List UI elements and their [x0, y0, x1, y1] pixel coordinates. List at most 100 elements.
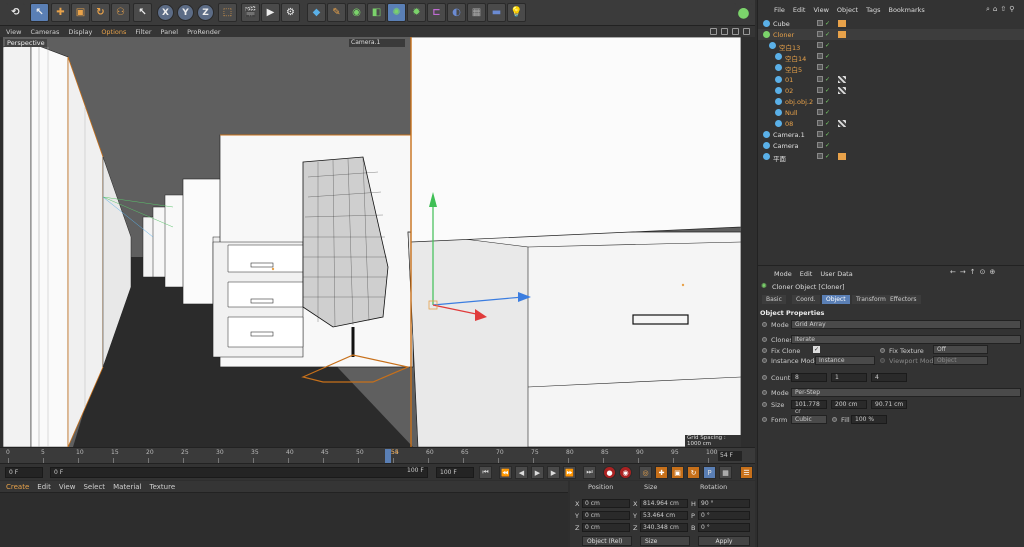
zoom-view-icon[interactable] [721, 28, 728, 35]
menu-tags[interactable]: Tags [866, 6, 880, 14]
object-row[interactable]: obj.obj.2 ✓ [758, 96, 1024, 107]
menu-mode[interactable]: Mode [774, 270, 792, 278]
camera-label[interactable]: Camera.1 [349, 39, 405, 47]
size-y-attr-field[interactable]: 200 cm [831, 400, 867, 409]
up-arrow-icon[interactable]: ↑ [970, 268, 976, 276]
enable-check-icon[interactable]: ✓ [825, 43, 830, 49]
instance-mode-radio[interactable] [762, 358, 767, 363]
tab-coord[interactable]: Coord. [792, 295, 820, 304]
undo-icon[interactable]: ⟲ [6, 3, 25, 22]
up-icon[interactable]: ⇧ [1000, 5, 1006, 14]
goto-start-icon[interactable]: ⏮ [479, 466, 492, 479]
visibility-toggle[interactable] [817, 64, 823, 71]
rotate-tool-icon[interactable]: ↻ [91, 3, 110, 22]
object-name[interactable]: 02 [785, 87, 793, 95]
object-name[interactable]: 08 [785, 120, 793, 128]
object-row[interactable]: 空白5 ✓ [758, 62, 1024, 74]
cube-object-icon[interactable]: ◆ [307, 3, 326, 22]
menu-filter[interactable]: Filter [135, 28, 151, 36]
key-parameter-icon[interactable]: P [703, 466, 716, 479]
mode2-radio[interactable] [762, 390, 767, 395]
visibility-toggle[interactable] [817, 75, 823, 82]
menu-select[interactable]: Select [83, 483, 105, 491]
material-tag-icon[interactable] [838, 153, 846, 161]
menu-display[interactable]: Display [68, 28, 92, 36]
size-radio[interactable] [762, 402, 767, 407]
play-icon[interactable]: ▶ [531, 466, 544, 479]
tab-effectors[interactable]: Effectors [886, 295, 921, 304]
maximize-view-icon[interactable] [743, 28, 750, 35]
x-axis-lock-icon[interactable]: X [157, 4, 174, 21]
clones-dropdown[interactable]: Iterate [791, 335, 1021, 344]
menu-view[interactable]: View [6, 28, 21, 36]
subdivision-surface-icon[interactable]: ◉ [347, 3, 366, 22]
viewport-mode-dropdown[interactable]: Object [933, 356, 988, 365]
visibility-toggle[interactable] [817, 86, 823, 93]
object-row[interactable]: 空白14 ✓ [758, 51, 1024, 63]
menu-options[interactable]: Options [101, 28, 126, 36]
object-row[interactable]: 平面 ✓ [758, 151, 1024, 163]
visibility-toggle[interactable] [817, 31, 823, 38]
fix-clone-checkbox[interactable]: ✓ [813, 346, 820, 353]
visibility-toggle[interactable] [817, 119, 823, 126]
visibility-toggle[interactable] [817, 153, 823, 160]
enable-check-icon[interactable]: ✓ [825, 54, 830, 60]
menu-edit-obj[interactable]: Edit [793, 6, 806, 14]
material-tag-icon[interactable] [838, 119, 846, 127]
object-row[interactable]: 02 ✓ [758, 85, 1024, 96]
object-name[interactable]: Cube [773, 20, 790, 28]
next-key-icon[interactable]: ⏩ [563, 466, 576, 479]
current-frame-field[interactable]: 54 F [718, 451, 742, 461]
render-settings-icon[interactable]: ⚙ [281, 3, 300, 22]
menu-edit-attr[interactable]: Edit [800, 270, 813, 278]
prev-key-icon[interactable]: ⏪ [499, 466, 512, 479]
y-axis-lock-icon[interactable]: Y [177, 4, 194, 21]
count-z-field[interactable]: 4 [871, 373, 907, 382]
object-row[interactable]: Cube ✓ [758, 18, 1024, 29]
scale-tool-icon[interactable]: ▣ [71, 3, 90, 22]
size-z-attr-field[interactable]: 90.71 cm [871, 400, 907, 409]
rot-h-field[interactable]: 90 ° [698, 499, 750, 508]
object-row[interactable]: Null ✓ [758, 107, 1024, 118]
object-name[interactable]: Cloner [773, 31, 794, 39]
size-x-attr-field[interactable]: 101.778 cr [791, 400, 827, 415]
rot-p-field[interactable]: 0 ° [698, 511, 750, 520]
autokey-icon[interactable]: ◉ [619, 466, 632, 479]
size-z-field[interactable]: 340.348 cm [640, 523, 688, 532]
material-manager[interactable] [0, 493, 568, 547]
visibility-toggle[interactable] [817, 42, 823, 49]
live-select-icon[interactable]: ↖ [133, 3, 152, 22]
visibility-toggle[interactable] [817, 53, 823, 60]
tab-object[interactable]: Object [822, 295, 850, 304]
clones-radio[interactable] [762, 337, 767, 342]
new-panel-icon[interactable]: ⊕ [990, 268, 996, 276]
key-position-icon[interactable]: ✚ [655, 466, 668, 479]
enable-check-icon[interactable]: ✓ [825, 32, 830, 38]
enable-check-icon[interactable]: ✓ [825, 98, 830, 104]
enable-check-icon[interactable]: ✓ [825, 21, 830, 27]
fix-clone-radio[interactable] [762, 348, 767, 353]
menu-texture[interactable]: Texture [150, 483, 176, 491]
form-radio[interactable] [762, 417, 767, 422]
rotate-view-icon[interactable] [732, 28, 739, 35]
menu-object[interactable]: Object [837, 6, 858, 14]
layout-icon[interactable]: ● [734, 3, 753, 22]
mode2-dropdown[interactable]: Per-Step [791, 388, 1021, 397]
visibility-toggle[interactable] [817, 131, 823, 137]
size-x-field[interactable]: 814.964 cm [640, 499, 688, 508]
recent-tools-icon[interactable]: ⚇ [111, 3, 130, 22]
mode-dropdown[interactable]: Grid Array [791, 320, 1021, 329]
fix-texture-dropdown[interactable]: Off [933, 345, 988, 354]
object-name[interactable]: Camera.1 [773, 131, 805, 139]
array-object-icon[interactable]: ◧ [367, 3, 386, 22]
apply-button[interactable]: Apply [698, 536, 750, 546]
select-tool-icon[interactable]: ↖ [30, 3, 49, 22]
coord-mode-select[interactable]: Object (Rel) [582, 536, 632, 546]
fill-field[interactable]: 100 % [851, 415, 887, 424]
key-pla-icon[interactable]: ▦ [719, 466, 732, 479]
tab-basic[interactable]: Basic [762, 295, 786, 304]
object-name[interactable]: obj.obj.2 [785, 98, 813, 106]
preview-range-start[interactable]: 0 F [50, 467, 428, 478]
object-name[interactable]: 平面 [773, 153, 786, 163]
enable-check-icon[interactable]: ✓ [825, 87, 830, 93]
